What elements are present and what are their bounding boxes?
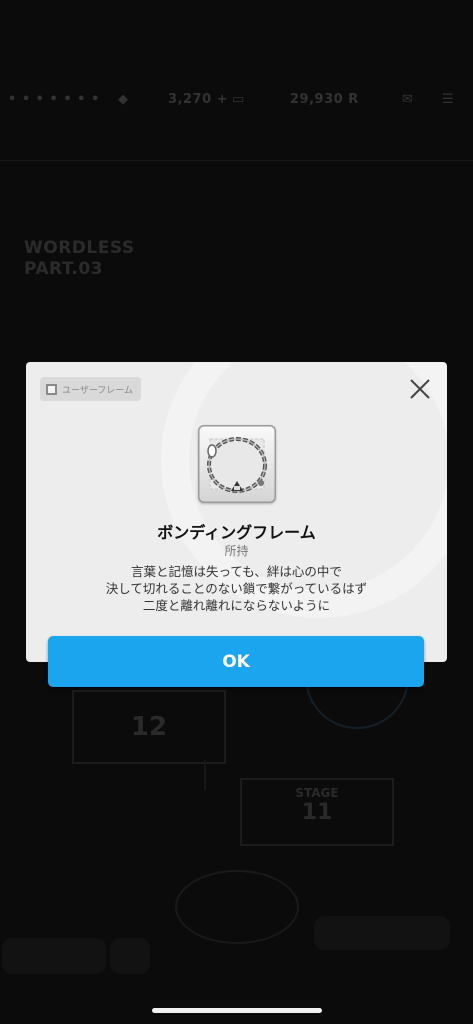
item-description: 言葉と記憶は失っても、絆は心の中で 決して切れることのない鎖で繋がっているはず … xyxy=(105,564,368,613)
mission-button xyxy=(314,916,450,950)
portal-circle xyxy=(175,870,299,944)
stage-node-12: 12 xyxy=(72,690,226,764)
close-button[interactable] xyxy=(409,378,431,400)
home-button xyxy=(110,938,150,974)
frame-icon xyxy=(46,383,57,395)
menu-icon: ☰ xyxy=(442,92,455,107)
top-status-bar: • • • • • • • ◆ 3,270 + ▭ 29,930 R ✉ ☰ xyxy=(0,84,473,118)
gem-icon: ◆ xyxy=(118,92,129,107)
item-name: ボンディングフレーム xyxy=(157,523,316,542)
item-detail-dialog: ユーザーフレーム ボンディングフレーム 所持 言葉と記憶は失っても、絆は心の中で… xyxy=(26,362,447,662)
home-indicator[interactable] xyxy=(152,1008,322,1013)
divider xyxy=(0,160,473,161)
back-button xyxy=(2,938,106,974)
category-label: ユーザーフレーム xyxy=(62,385,134,396)
chapter-title: WORDLESS PART.03 xyxy=(24,238,135,279)
player-rank: • • • • • • • xyxy=(8,92,100,107)
mail-icon: ✉ xyxy=(402,92,414,107)
ticket-icon: ▭ xyxy=(232,92,245,107)
path-line xyxy=(204,760,206,790)
category-tag: ユーザーフレーム xyxy=(40,377,142,401)
ok-label: OK xyxy=(222,651,250,672)
item-thumbnail xyxy=(198,425,276,503)
close-icon xyxy=(410,379,430,399)
owned-status: 所持 xyxy=(224,544,249,558)
chain-frame-icon xyxy=(207,437,267,493)
gem-count: 3,270 + xyxy=(168,92,229,107)
ok-button[interactable]: OK xyxy=(48,636,424,687)
stage-node-11: STAGE 11 xyxy=(240,778,394,846)
coin-count: 29,930 R xyxy=(290,92,359,107)
